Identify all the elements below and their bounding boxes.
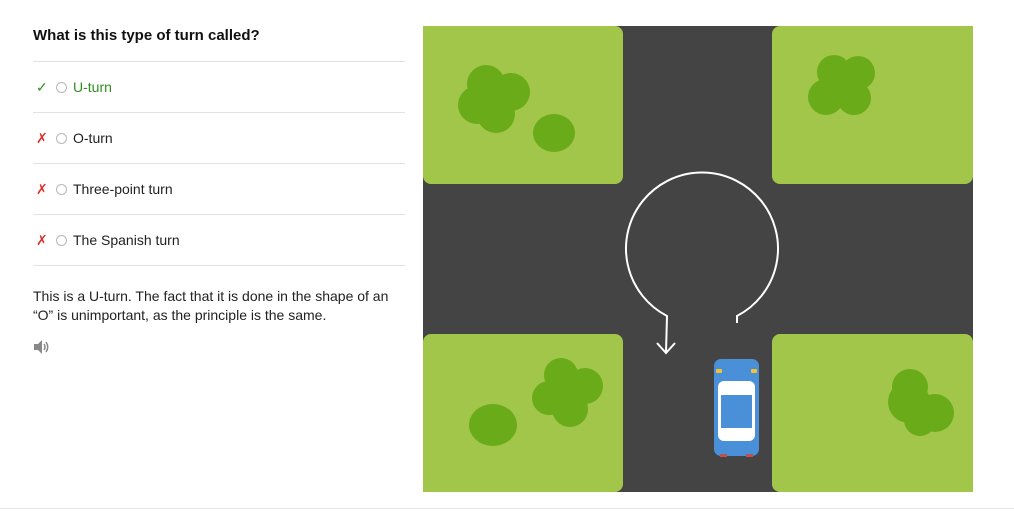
divider — [0, 508, 1014, 509]
option-o-turn[interactable]: ✗ O-turn — [33, 113, 405, 164]
answer-options: ✓ U-turn ✗ O-turn ✗ Three-point turn ✗ T… — [33, 61, 405, 266]
option-label: O-turn — [73, 130, 113, 146]
option-three-point-turn[interactable]: ✗ Three-point turn — [33, 164, 405, 215]
cross-icon: ✗ — [36, 231, 48, 248]
speaker-icon[interactable] — [33, 338, 51, 356]
cross-icon: ✗ — [36, 129, 48, 146]
bush — [469, 404, 517, 446]
question-text: What is this type of turn called? — [33, 27, 260, 44]
radio-button[interactable] — [56, 132, 67, 144]
option-label: The Spanish turn — [73, 232, 180, 248]
explanation-text: This is a U-turn. The fact that it is do… — [33, 288, 389, 323]
radio-button[interactable] — [56, 81, 67, 93]
cross-icon: ✗ — [36, 180, 48, 197]
bush — [533, 114, 575, 152]
checkmark-icon: ✓ — [36, 78, 48, 95]
option-label: Three-point turn — [73, 181, 173, 197]
radio-button[interactable] — [56, 234, 67, 246]
car — [714, 359, 759, 457]
option-label: U-turn — [73, 79, 112, 95]
intersection-illustration — [423, 26, 973, 492]
radio-button[interactable] — [56, 183, 67, 195]
option-u-turn[interactable]: ✓ U-turn — [33, 62, 405, 113]
option-spanish-turn[interactable]: ✗ The Spanish turn — [33, 215, 405, 266]
